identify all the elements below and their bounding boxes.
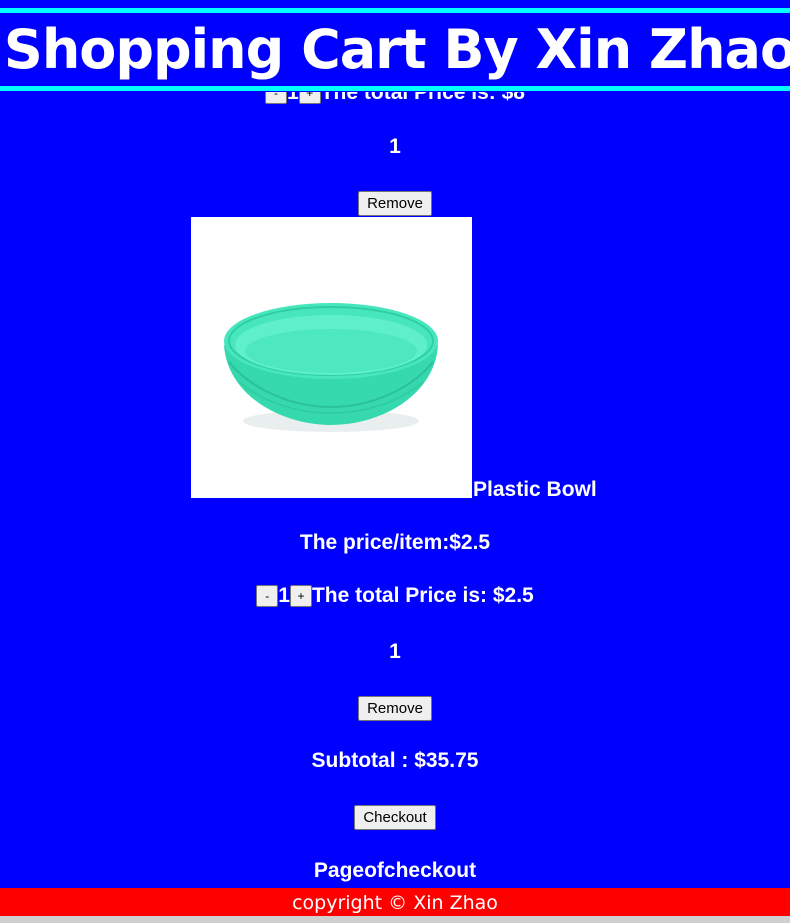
bowl-icon: [224, 303, 438, 432]
quantity-value: 1: [278, 584, 290, 607]
page-title: Shopping Cart By Xin Zhao: [3, 18, 790, 81]
item-total-price: The total Price is: $2.5: [311, 584, 534, 607]
remove-button[interactable]: Remove: [358, 191, 432, 216]
cart-item-1-count: 1: [389, 135, 401, 158]
cart-content: -1 + The total Price is: $8 1 Remove Plast…: [0, 0, 790, 888]
subtotal: Subtotal : $35.75: [311, 749, 479, 772]
decrease-quantity-button[interactable]: -: [256, 585, 279, 608]
remove-button[interactable]: Remove: [358, 696, 432, 721]
cart-item-2-remove-row: Remove: [0, 695, 790, 721]
header: Shopping Cart By Xin Zhao: [0, 0, 790, 92]
header-top-rule: [0, 8, 790, 13]
checkout-row: Checkout: [0, 804, 790, 830]
cart-item-2-qty-row: -1 + The total Price is: $2.5: [0, 582, 790, 610]
cart-item-2-count: 1: [389, 640, 401, 663]
price-per-item: The price/item:$2.5: [299, 531, 491, 554]
header-bottom-rule: [0, 86, 790, 91]
page: -1 + The total Price is: $8 1 Remove Plast…: [0, 0, 790, 923]
increase-quantity-button[interactable]: +: [289, 585, 312, 608]
cart-item-1-remove-row: Remove: [0, 190, 790, 216]
checkout-button[interactable]: Checkout: [354, 805, 436, 830]
checkout-page-link[interactable]: Pageofcheckout: [0, 857, 790, 885]
product-name: Plastic Bowl: [473, 478, 597, 501]
product-image-plastic-bowl: [191, 217, 472, 498]
footer: copyright © Xin Zhao: [0, 888, 790, 916]
footer-edge: [0, 916, 790, 923]
